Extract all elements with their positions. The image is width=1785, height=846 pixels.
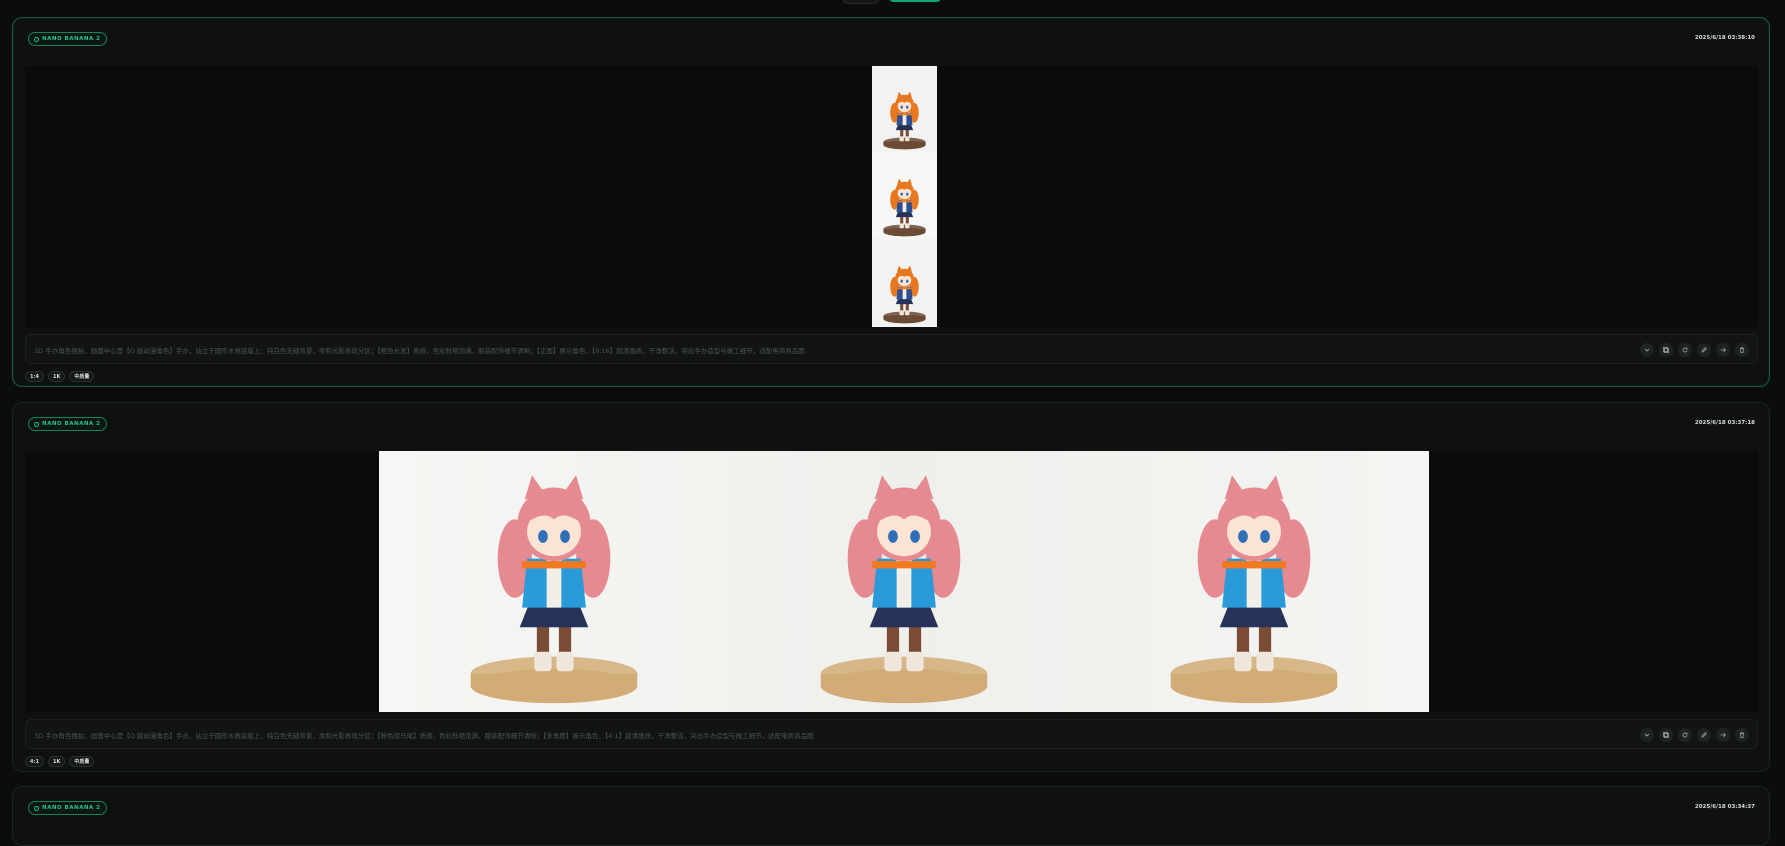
generated-image[interactable] [872, 66, 937, 327]
trash-icon [1740, 732, 1744, 738]
figure-strip-horizontal [379, 451, 1429, 712]
edit-icon [1701, 732, 1707, 738]
edit-icon [1701, 347, 1707, 353]
tag-list: 4:1 1K 中质量 [25, 756, 95, 767]
arrow-right-icon [1720, 732, 1727, 738]
generate-button[interactable] [888, 0, 942, 2]
arrow-right-icon [1720, 347, 1727, 353]
model-label: NANO BANANA 2 [42, 805, 101, 811]
model-icon [34, 36, 39, 42]
image-stage [25, 451, 1758, 712]
figure-strip-vertical [872, 66, 937, 327]
generation-card[interactable]: NANO BANANA 2 2025/6/18 03:38:10 3D 手办角色… [12, 17, 1770, 387]
card-actions [1640, 728, 1749, 742]
prompt-text[interactable]: 3D 手办角色摆拍，画面中心是【Q 版动漫角色】手办，站立于圆形木质底座上；纯白… [34, 730, 814, 740]
prompt-bar: 3D 手办角色摆拍，画面中心是【Q 版动漫角色】手办，站立于圆形木质底座上；纯白… [25, 334, 1758, 364]
generation-card[interactable]: NANO BANANA 2 2025/6/18 03:37:18 3D 手办角色… [12, 402, 1770, 772]
delete-button[interactable] [1735, 728, 1749, 742]
card-actions [1640, 343, 1749, 357]
edit-button[interactable] [1697, 728, 1711, 742]
resolution-tag: 1K [47, 756, 66, 767]
timestamp: 2025/6/18 03:38:10 [1694, 35, 1755, 41]
model-badge: NANO BANANA 2 [28, 417, 108, 431]
refresh-icon [1682, 732, 1688, 738]
model-icon [34, 421, 39, 427]
send-button[interactable] [1716, 343, 1730, 357]
aspect-tag: 1:4 [25, 371, 44, 382]
copy-button[interactable] [1659, 728, 1673, 742]
send-button[interactable] [1716, 728, 1730, 742]
aspect-tag: 4:1 [25, 756, 44, 767]
generation-card[interactable]: NANO BANANA 2 2025/6/18 03:34:37 [12, 786, 1770, 846]
prompt-bar: 3D 手办角色摆拍，画面中心是【Q 版动漫角色】手办，站立于圆形木质底座上；纯白… [25, 719, 1758, 749]
delete-button[interactable] [1735, 343, 1749, 357]
regenerate-button[interactable] [1678, 343, 1692, 357]
model-label: NANO BANANA 2 [42, 36, 101, 42]
regenerate-button[interactable] [1678, 728, 1692, 742]
collapse-button[interactable] [1640, 728, 1654, 742]
resolution-tag: 1K [47, 371, 66, 382]
top-toolbar [0, 0, 1785, 4]
generated-image[interactable] [379, 451, 1429, 712]
prompt-text[interactable]: 3D 手办角色摆拍，画面中心是【Q 版动漫角色】手办，站立于圆形木质底座上；纯白… [34, 345, 805, 355]
model-badge: NANO BANANA 2 [28, 32, 108, 46]
filter-toggle-button[interactable] [842, 0, 880, 4]
quality-tag: 中质量 [69, 756, 95, 767]
model-label: NANO BANANA 2 [42, 421, 101, 427]
refresh-icon [1682, 347, 1688, 353]
chevron-down-icon [1644, 733, 1650, 737]
copy-icon [1663, 732, 1669, 738]
timestamp: 2025/6/18 03:34:37 [1694, 804, 1755, 810]
copy-button[interactable] [1659, 343, 1673, 357]
timestamp: 2025/6/18 03:37:18 [1694, 420, 1755, 426]
collapse-button[interactable] [1640, 343, 1654, 357]
copy-icon [1663, 347, 1669, 353]
tag-list: 1:4 1K 中质量 [25, 371, 95, 382]
image-stage [25, 66, 1758, 327]
chevron-down-icon [1644, 348, 1650, 352]
edit-button[interactable] [1697, 343, 1711, 357]
trash-icon [1740, 347, 1744, 353]
model-badge: NANO BANANA 2 [28, 801, 108, 815]
quality-tag: 中质量 [69, 371, 95, 382]
model-icon [34, 805, 39, 811]
